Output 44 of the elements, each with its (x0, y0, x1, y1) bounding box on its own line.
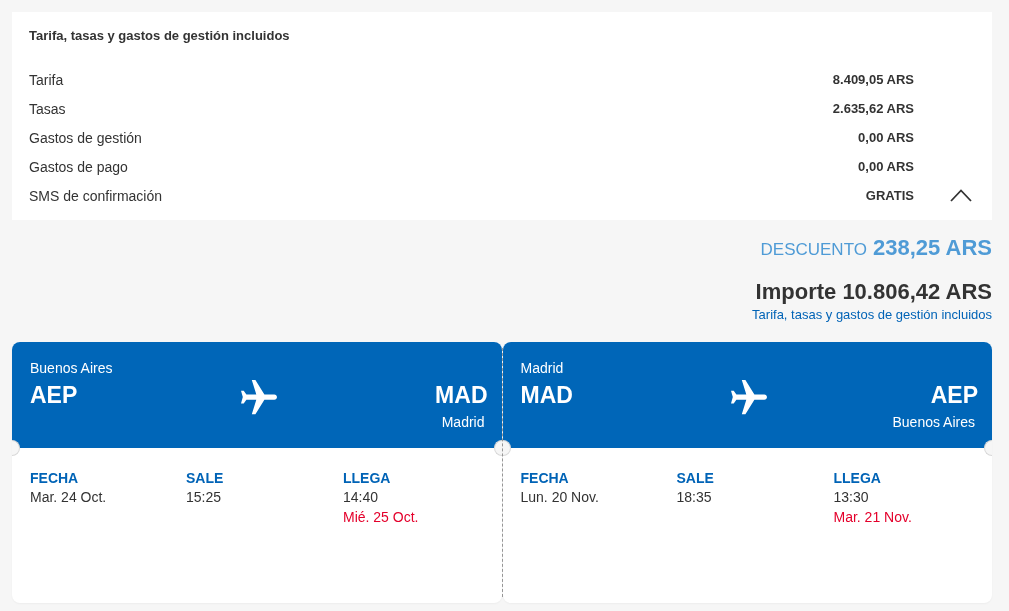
total-amount: Importe 10.806,42 ARS (755, 278, 992, 306)
arrival-date: Mié. 25 Oct. (343, 508, 419, 527)
discount-amount: 238,25 ARS (872, 234, 992, 262)
detail-value: 14:40 (343, 488, 379, 507)
fee-label: Gastos de gestión (29, 129, 143, 146)
fee-label: Tarifa (29, 71, 65, 88)
origin-city: Buenos Aires (30, 359, 113, 377)
detail-label: LLEGA (833, 469, 881, 487)
origin-code: MAD (520, 382, 573, 408)
fee-label: Tasas (29, 100, 67, 117)
destination-city: Madrid (441, 413, 485, 431)
detail-value: Lun. 20 Nov. (520, 488, 599, 507)
ticket-notch (502, 440, 511, 456)
ticket-notch (984, 440, 992, 456)
airplane-icon (240, 380, 277, 416)
destination-code: AEP (930, 382, 978, 408)
ticket-notch (12, 440, 20, 456)
detail-label: SALE (186, 469, 224, 487)
fee-label: SMS de confirmación (29, 187, 164, 204)
detail-value: 18:35 (676, 488, 712, 507)
detail-label: FECHA (520, 469, 569, 487)
airplane-icon (731, 380, 768, 416)
detail-value: 13:30 (833, 488, 869, 507)
origin-code: AEP (30, 382, 78, 408)
origin-city: Madrid (520, 359, 564, 377)
destination-code: MAD (435, 382, 488, 408)
fee-value: 2.635,62 ARS (832, 101, 914, 116)
fee-label: Gastos de pago (29, 158, 129, 175)
fee-value: 8.409,05 ARS (832, 72, 914, 87)
breakdown-title: Tarifa, tasas y gastos de gestión incluidos (29, 27, 291, 45)
detail-value: 15:25 (186, 488, 222, 507)
total-note: Tarifa, tasas y gastos de gestión incluidos (752, 306, 992, 324)
chevron-up-icon (950, 189, 972, 202)
detail-label: FECHA (30, 469, 79, 487)
detail-value: Mar. 24 Oct. (30, 488, 107, 507)
detail-label: SALE (676, 469, 714, 487)
collapse-button[interactable] (950, 189, 972, 202)
fee-value: 0,00 ARS (858, 159, 914, 174)
detail-label: LLEGA (343, 469, 391, 487)
arrival-date: Mar. 21 Nov. (833, 508, 912, 527)
fee-value: GRATIS (865, 188, 914, 203)
fee-value: 0,00 ARS (858, 130, 914, 145)
discount-label: DESCUENTO (760, 239, 867, 261)
destination-city: Buenos Aires (892, 413, 975, 431)
